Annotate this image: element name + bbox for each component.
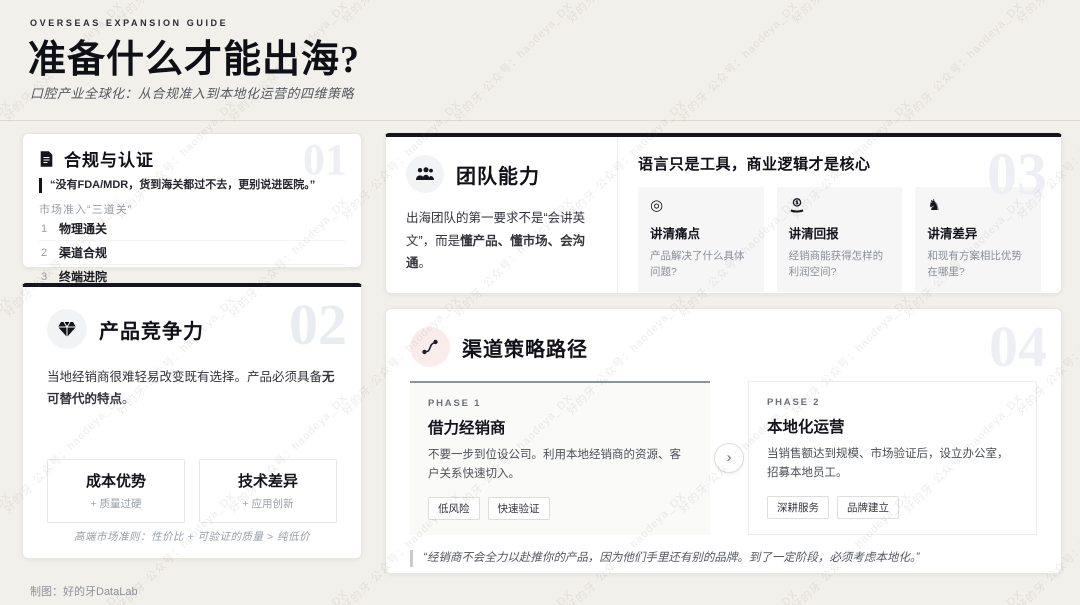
phase-label: PHASE 2: [767, 397, 1018, 408]
watermark-text: 好的牙·公众号：haodeya_DX: [900, 0, 1026, 124]
card-title: 产品竞争力: [99, 315, 204, 344]
watermark-text: 好的牙·公众号：haodeya_DX: [450, 0, 576, 124]
watermark-text: 好的牙·公众号：haodeya_DX: [675, 0, 801, 124]
watermark-text: 好的牙·公众号：haodeya_DX: [450, 586, 576, 605]
tag-badge: 低风险: [428, 497, 480, 520]
watermark-text: 好的牙·公众号：haodeya_DX: [0, 96, 14, 222]
phase-label: PHASE 1: [428, 398, 692, 409]
page-title: 准备什么才能出海?: [28, 28, 360, 83]
hand-money-icon: [789, 198, 891, 214]
phase-description: 当销售额达到规模、市场验证后，设立办公室，招募本地员工。: [767, 445, 1018, 483]
infographic-page: OVERSEAS EXPANSION GUIDE 准备什么才能出海? 口腔产业全…: [0, 0, 1080, 605]
panel-title: 语言只是工具，商业逻辑才是核心: [638, 153, 1041, 174]
card-title: 合规与认证: [64, 146, 154, 171]
page-subtitle: 口腔产业全球化：从合规准入到本地化运营的四维策略: [30, 83, 354, 102]
phase-arrow-wrap: ›: [713, 381, 745, 535]
compliance-quote: “没有FDA/MDR，货到海关都过不去，更别说进医院。”: [39, 178, 345, 193]
list-item-number: 1: [41, 223, 49, 235]
list-item-label: 物理通关: [59, 220, 107, 237]
watermark-text: 好的牙·公众号：haodeya_DX: [0, 488, 14, 605]
team-points-panel: 语言只是工具，商业逻辑才是核心 ◎ 讲清痛点 产品解决了什么具体问题?: [618, 137, 1061, 293]
advantage-box-tech: 技术差异 + 应用创新: [199, 459, 337, 523]
card-product: 02 产品竞争力 当地经销商很难轻易改变既有选择。产品必须具备无可替代的特点。 …: [22, 283, 362, 559]
certificate-document-icon: [39, 151, 54, 167]
advantage-title: 技术差异: [238, 470, 298, 491]
product-description: 当地经销商很难轻易改变既有选择。产品必须具备无可替代的特点。: [47, 367, 337, 411]
advantage-subtitle: + 质量过硬: [90, 496, 141, 511]
phase-1-box: PHASE 1 借力经销商 不要一步到位设公司。利用本地经销商的资源、客户关系快…: [410, 381, 710, 535]
phase-title: 本地化运营: [767, 415, 1018, 437]
card-compliance: 01 合规与认证 “没有FDA/MDR，货到海关都过不去，更别说进医院。” 市场…: [22, 133, 362, 268]
eyebrow-label: OVERSEAS EXPANSION GUIDE: [30, 18, 228, 28]
chess-knight-icon: ♞: [927, 198, 1029, 214]
phase-flow: PHASE 1 借力经销商 不要一步到位设公司。利用本地经销商的资源、客户关系快…: [410, 381, 1037, 535]
watermark-text: 好的牙·公众号：haodeya_DX: [0, 292, 14, 418]
tag-badge: 深耕服务: [767, 496, 829, 519]
watermark-text: 好的牙·公众号：haodeya_DX: [675, 586, 801, 605]
point-title: 讲清差异: [927, 223, 1029, 242]
card-title: 团队能力: [456, 160, 540, 189]
route-path-icon: [410, 327, 450, 367]
point-card-difference: ♞ 讲清差异 和现有方案相比优势在哪里?: [915, 187, 1041, 292]
list-item-number: 3: [41, 271, 49, 283]
list-item: 2 渠道合规: [39, 241, 345, 265]
list-item-label: 渠道合规: [59, 244, 107, 261]
description-text: 。: [122, 392, 135, 406]
phase-2-box: PHASE 2 本地化运营 当销售额达到规模、市场验证后，设立办公室，招募本地员…: [748, 381, 1037, 535]
card-team: 03 团队能力 出海团队的第一要求不是“会讲英文”，而是懂产品、懂市场、会沟通。…: [385, 133, 1062, 294]
diamond-icon: [47, 309, 87, 349]
watermark-text: 好的牙·公众号：haodeya_DX: [788, 0, 914, 26]
target-icon: ◎: [650, 198, 752, 214]
team-people-icon: [406, 155, 444, 193]
phase-title: 借力经销商: [428, 416, 692, 438]
advantage-box-cost: 成本优势 + 质量过硬: [47, 459, 185, 523]
header-divider: [0, 120, 1080, 121]
point-description: 和现有方案相比优势在哪里?: [927, 248, 1029, 281]
watermark-text: 好的牙·公众号：haodeya_DX: [0, 0, 14, 26]
advantage-title: 成本优势: [86, 470, 146, 491]
watermark-text: 好的牙·公众号：haodeya_DX: [900, 586, 1026, 605]
team-intro-column: 团队能力 出海团队的第一要求不是“会讲英文”，而是懂产品、懂市场、会沟通。: [386, 137, 618, 293]
watermark-text: 好的牙·公众号：haodeya_DX: [338, 0, 464, 26]
tag-badge: 快速验证: [488, 497, 550, 520]
credit-footer: 制图：好的牙DataLab: [30, 583, 138, 599]
product-footnote: 高端市场准则：性价比 + 可验证的质量 > 纯低价: [23, 529, 361, 544]
point-title: 讲清回报: [789, 223, 891, 242]
point-title: 讲清痛点: [650, 223, 752, 242]
point-description: 产品解决了什么具体问题?: [650, 248, 752, 281]
next-phase-arrow-button[interactable]: ›: [714, 443, 744, 473]
advantage-subtitle: + 应用创新: [242, 496, 293, 511]
point-card-return: 讲清回报 经销商能获得怎样的利润空间?: [777, 187, 903, 292]
watermark-text: 好的牙·公众号：haodeya_DX: [225, 586, 351, 605]
channel-quote: “经销商不会全力以赴推你的产品，因为他们手里还有别的品牌。到了一定阶段，必须考虑…: [410, 550, 1037, 567]
list-item-number: 2: [41, 247, 49, 259]
compliance-section-label: 市场准入“三道关”: [39, 201, 345, 217]
card-channel: 04 渠道策略路径 PHASE 1 借力经销商 不要一步到位设公司。利用本地经销…: [385, 308, 1062, 574]
point-card-painpoint: ◎ 讲清痛点 产品解决了什么具体问题?: [638, 187, 764, 292]
description-text: 当地经销商很难轻易改变既有选择。产品必须具备: [47, 370, 322, 384]
point-description: 经销商能获得怎样的利润空间?: [789, 248, 891, 281]
watermark-text: 好的牙·公众号：haodeya_DX: [1013, 0, 1080, 26]
phase-description: 不要一步到位设公司。利用本地经销商的资源、客户关系快速切入。: [428, 446, 692, 484]
card-title: 渠道策略路径: [462, 333, 588, 362]
team-description: 出海团队的第一要求不是“会讲英文”，而是懂产品、懂市场、会沟通。: [406, 207, 597, 275]
description-text: 。: [419, 256, 432, 270]
list-item: 1 物理通关: [39, 217, 345, 241]
watermark-text: 好的牙·公众号：haodeya_DX: [563, 0, 689, 26]
tag-badge: 品牌建立: [837, 496, 899, 519]
